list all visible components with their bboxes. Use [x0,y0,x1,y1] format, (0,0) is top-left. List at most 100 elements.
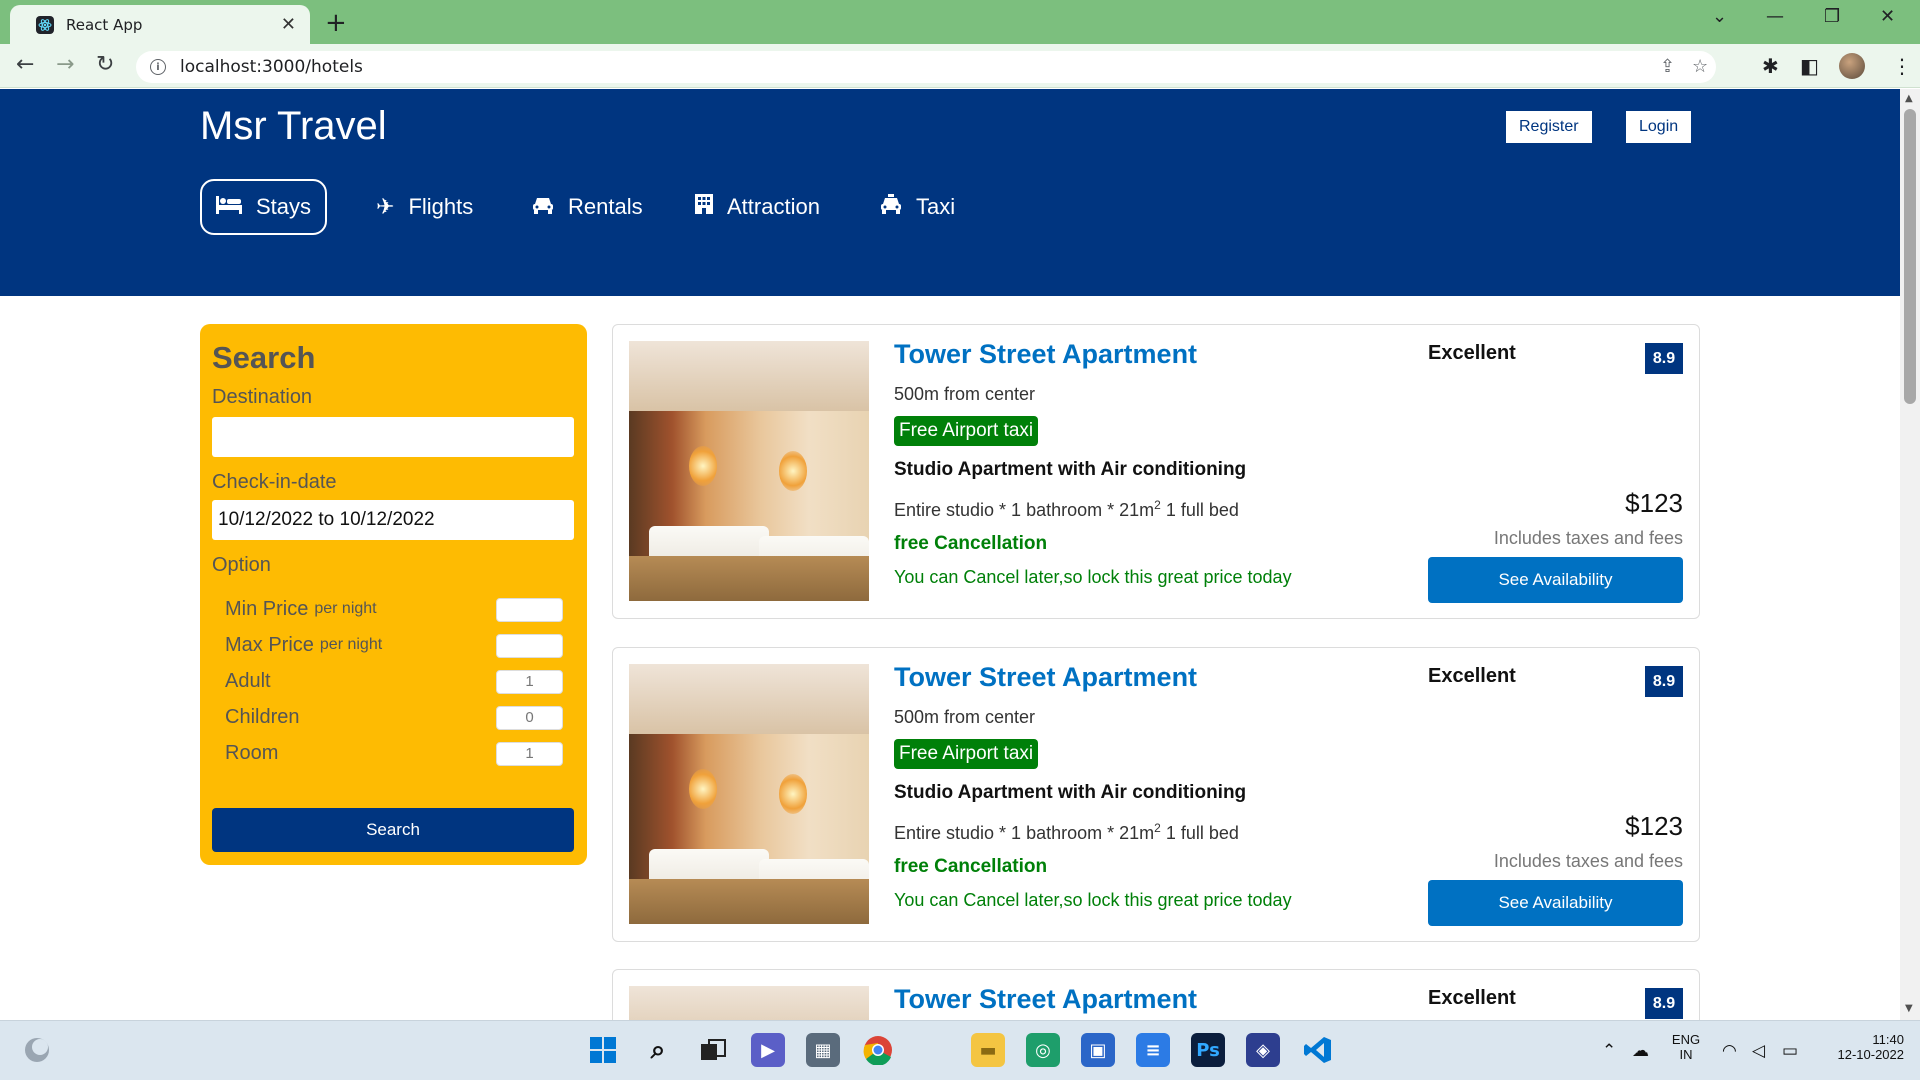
option-room-label: Room [225,741,279,764]
browser-menu-icon[interactable]: ⋮ [1892,54,1912,78]
nav-item-stays[interactable]: Stays [200,179,328,235]
cancellation-title: free Cancellation [894,856,1048,877]
nav-label-stays: Stays [256,194,312,219]
option-children: Children 0 [212,699,575,735]
profile-avatar[interactable] [1839,53,1865,79]
browser-toolbar: ← → ↻ i localhost:3000/hotels ⇪ ☆ ✱ ◧ ⋮ [0,44,1920,88]
screen-capture-icon[interactable]: ◎ [1026,1033,1060,1067]
see-availability-button[interactable]: See Availability [1428,557,1683,603]
url-text: localhost:3000/hotels [180,57,363,77]
cancellation-title: free Cancellation [894,533,1048,554]
window-close-icon[interactable]: ✕ [1880,6,1895,27]
volume-icon[interactable]: ◁ [1752,1041,1765,1061]
site-logo[interactable]: Msr Travel [200,104,387,149]
onedrive-icon[interactable]: ☁ [1632,1041,1649,1061]
option-max-price-sub: per night [319,636,383,653]
wifi-icon[interactable]: ◠ [1722,1041,1737,1061]
site-header: Msr Travel Register Login Stays ✈ Flight… [0,89,1900,296]
file-explorer-icon[interactable]: ▬ [971,1033,1005,1067]
nav-item-taxi[interactable]: Taxi [880,179,955,235]
search-title: Search [212,340,316,375]
task-view-icon[interactable] [696,1033,730,1067]
browser-tabbar: React App ✕ + ⌄ — ❐ ✕ [0,0,1920,44]
checkin-label: Check-in-date [212,471,337,493]
battery-icon[interactable]: ▭ [1782,1041,1798,1061]
calculator-icon[interactable]: ▦ [806,1033,840,1067]
side-panel-icon[interactable]: ◧ [1800,54,1819,78]
checkin-date-field[interactable]: 10/12/2022 to 10/12/2022 [212,500,574,540]
taxi-badge: Free Airport taxi [894,416,1039,446]
rating-score: 8.9 [1645,988,1683,1019]
hotel-photo[interactable] [629,341,869,601]
search-icon[interactable]: ⌕ [641,1033,675,1067]
share-icon[interactable]: ⇪ [1660,56,1675,77]
page-scrollbar[interactable]: ▲ ▼ [1900,89,1920,1020]
scroll-down-icon[interactable]: ▼ [1905,1003,1913,1014]
weather-widget-icon[interactable] [20,1033,54,1067]
hotel-title[interactable]: Tower Street Apartment [894,339,1197,370]
photoshop-icon[interactable]: Ps [1191,1033,1225,1067]
children-input[interactable]: 0 [496,706,563,730]
register-button[interactable]: Register [1506,111,1592,143]
cancellation-subtitle: You can Cancel later,so lock this great … [894,567,1292,587]
extensions-icon[interactable]: ✱ [1762,54,1779,78]
tab-search-icon[interactable]: ⌄ [1712,6,1727,27]
tab-close-icon[interactable]: ✕ [281,14,296,35]
option-label: Option [212,554,271,576]
rating-score: 8.9 [1645,666,1683,697]
taxi-icon [880,194,902,220]
address-bar[interactable]: i localhost:3000/hotels ⇪ ☆ [136,51,1716,83]
new-tab-icon[interactable]: + [325,8,347,38]
adult-input[interactable]: 1 [496,670,563,694]
destination-label: Destination [212,386,313,408]
result-card: Tower Street Apartment 500m from center … [612,324,1700,619]
minimize-icon[interactable]: — [1766,6,1784,27]
site-info-icon[interactable]: i [150,59,166,75]
back-icon[interactable]: ← [16,52,34,77]
vscode-icon[interactable] [1301,1033,1335,1067]
show-hidden-icons-icon[interactable]: ⌃ [1602,1041,1616,1061]
cancellation-subtitle: You can Cancel later,so lock this great … [894,890,1292,910]
option-children-label: Children [225,705,300,728]
taxi-badge: Free Airport taxi [894,739,1039,769]
hotel-title[interactable]: Tower Street Apartment [894,662,1197,693]
clock[interactable]: 11:40 12-10-2022 [1814,1032,1905,1062]
nav-label-flights: Flights [408,194,474,219]
microsoft-store-icon[interactable]: ▣ [1081,1033,1115,1067]
hotel-photo[interactable] [629,664,869,924]
search-button[interactable]: Search [212,808,574,852]
scrollbar-thumb[interactable] [1904,109,1916,404]
os-taskbar: ⌕ ▶ ▦ ▬ ◎ ▣ ≡ Ps ◈ ⌃ ☁ ENG IN ◠ ◁ ▭ 11:4… [0,1020,1920,1080]
nav-item-flights[interactable]: ✈ Flights [376,179,473,235]
chrome-icon[interactable] [861,1033,895,1067]
price: $123 [1625,488,1683,518]
nav-item-attraction[interactable]: Attraction [695,179,820,235]
windows-start-icon[interactable] [586,1033,620,1067]
photo-app-icon[interactable]: ◈ [1246,1033,1280,1067]
destination-input[interactable] [212,417,574,457]
room-subtitle: Studio Apartment with Air conditioning [894,782,1247,803]
notepad-icon[interactable]: ≡ [1136,1033,1170,1067]
min-price-input[interactable] [496,598,563,622]
room-input[interactable]: 1 [496,742,563,766]
see-availability-button[interactable]: See Availability [1428,880,1683,926]
reload-icon[interactable]: ↻ [96,52,114,77]
language-indicator[interactable]: ENG IN [1668,1032,1704,1062]
nav-item-rentals[interactable]: Rentals [532,179,643,235]
teams-chat-icon[interactable]: ▶ [751,1033,785,1067]
option-adult-label: Adult [225,669,271,692]
scroll-up-icon[interactable]: ▲ [1905,93,1913,104]
tax-note: Includes taxes and fees [1493,851,1683,871]
bookmark-star-icon[interactable]: ☆ [1692,56,1708,77]
hotel-title[interactable]: Tower Street Apartment [894,984,1197,1015]
rating-score: 8.9 [1645,343,1683,374]
login-button[interactable]: Login [1626,111,1692,143]
price: $123 [1625,811,1683,841]
browser-tab[interactable]: React App ✕ [10,5,310,44]
forward-icon[interactable]: → [56,52,74,77]
restore-icon[interactable]: ❐ [1824,6,1840,27]
room-subtitle: Studio Apartment with Air conditioning [894,459,1247,480]
result-card: Tower Street Apartment 500m from center … [612,647,1700,942]
max-price-input[interactable] [496,634,563,658]
room-features: Entire studio * 1 bathroom * 21m2 1 full… [894,821,1239,843]
